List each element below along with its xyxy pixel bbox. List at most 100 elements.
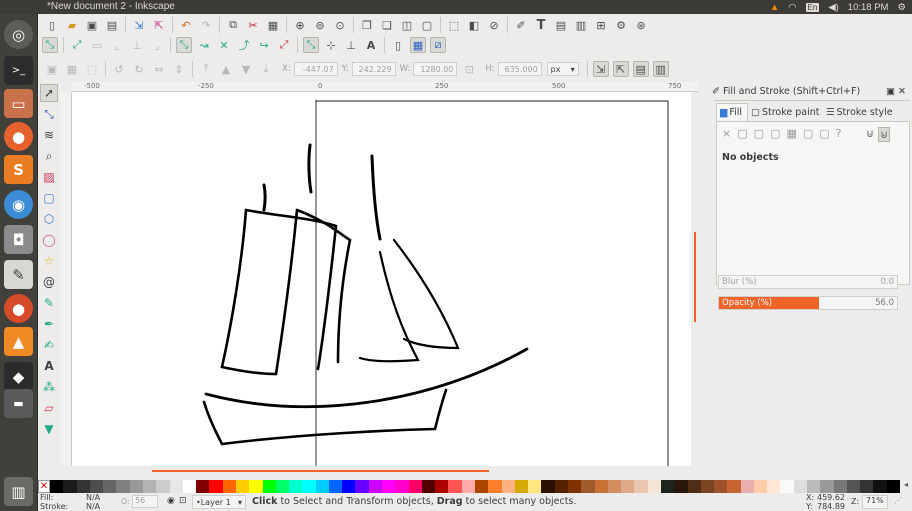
color-swatch[interactable]: [501, 480, 515, 493]
redo-icon[interactable]: ↷: [198, 17, 214, 33]
snap-bbox-mid-icon[interactable]: ⊥: [129, 37, 145, 53]
trash-icon[interactable]: ▥: [4, 477, 33, 506]
group-icon[interactable]: ▢: [419, 17, 435, 33]
text-tool-icon[interactable]: A: [40, 357, 58, 375]
flip-vertical-icon[interactable]: ⇕: [171, 61, 187, 77]
color-swatch[interactable]: [488, 480, 502, 493]
browser-window-icon[interactable]: ▭: [4, 89, 33, 118]
color-swatch[interactable]: [142, 480, 157, 493]
zoom-tool-icon[interactable]: ⌕: [40, 147, 58, 165]
color-swatch[interactable]: [328, 480, 343, 493]
vlc-icon[interactable]: ▲: [4, 327, 33, 356]
clone-icon[interactable]: ❏: [379, 17, 395, 33]
width-field[interactable]: 1280.00: [413, 62, 458, 76]
color-swatch[interactable]: [727, 480, 741, 493]
vertical-scrollbar[interactable]: [691, 92, 699, 466]
color-swatch[interactable]: [528, 480, 542, 493]
snap-nodes-icon[interactable]: ⤡: [176, 37, 192, 53]
color-swatch[interactable]: [76, 480, 90, 493]
color-swatch[interactable]: [621, 480, 635, 493]
tweak-tool-icon[interactable]: ≋: [40, 126, 58, 144]
3d-box-tool-icon[interactable]: ⬡: [40, 210, 58, 228]
star-tool-icon[interactable]: ☆: [40, 252, 58, 270]
copy-icon[interactable]: ⧉: [225, 17, 241, 33]
color-swatch[interactable]: [249, 480, 263, 493]
opacity-short-field[interactable]: 56: [132, 495, 158, 508]
flat-color-icon[interactable]: ▢: [737, 127, 747, 140]
transform-gradients-icon[interactable]: ▤: [632, 61, 649, 77]
horizontal-scrollbar[interactable]: [72, 466, 691, 475]
color-swatch[interactable]: [780, 480, 794, 493]
node-tool-icon[interactable]: ⤡: [40, 105, 58, 123]
color-swatch[interactable]: [89, 480, 104, 493]
no-color-swatch[interactable]: ✕: [38, 480, 50, 493]
height-field[interactable]: 635.000: [497, 62, 542, 76]
color-swatch[interactable]: [182, 480, 197, 493]
color-swatch[interactable]: [714, 480, 728, 493]
color-swatch[interactable]: [873, 480, 887, 493]
raise-to-top-icon[interactable]: ⤒: [198, 61, 214, 77]
eye-icon[interactable]: ◉: [167, 496, 175, 506]
color-swatch[interactable]: [581, 480, 595, 493]
volume-icon[interactable]: ◀): [828, 2, 838, 13]
color-swatch[interactable]: [408, 480, 422, 493]
resize-grip-icon[interactable]: ⋰: [894, 496, 902, 505]
color-swatch[interactable]: [767, 480, 781, 493]
snap-bbox-corner-icon[interactable]: ⌞: [109, 37, 125, 53]
scale-corners-icon[interactable]: ⇱: [612, 61, 629, 77]
color-swatch[interactable]: [687, 480, 701, 493]
snap-grid-icon[interactable]: ▦: [410, 37, 426, 53]
color-swatch[interactable]: [740, 480, 754, 493]
measure-tool-icon[interactable]: ▨: [40, 168, 58, 186]
pen-tool-icon[interactable]: ✒: [40, 315, 58, 333]
flip-horizontal-icon[interactable]: ⇔: [151, 61, 167, 77]
mesh-gradient-icon[interactable]: ▦: [786, 127, 796, 140]
snap-path-icon[interactable]: ↝: [196, 37, 212, 53]
scale-stroke-icon[interactable]: ⇲: [592, 61, 609, 77]
color-swatch[interactable]: [222, 480, 236, 493]
color-swatch[interactable]: [567, 480, 582, 493]
eraser-tool-icon[interactable]: ▱: [40, 399, 58, 417]
color-swatch[interactable]: [475, 480, 489, 493]
tab-stroke-paint[interactable]: ▢ Stroke paint: [751, 103, 820, 121]
text-editor-icon[interactable]: ✎: [4, 260, 33, 289]
snap-toggle-icon[interactable]: ⤡: [42, 37, 58, 53]
ellipse-tool-icon[interactable]: ◯: [40, 231, 58, 249]
linear-gradient-icon[interactable]: ▢: [754, 127, 764, 140]
fill-rule-nonzero-icon[interactable]: ⊌: [878, 127, 891, 142]
camera-icon[interactable]: ◘: [4, 225, 33, 254]
print-icon[interactable]: ▤: [104, 17, 120, 33]
deselect-icon[interactable]: ⬚: [84, 61, 100, 77]
calligraphy-tool-icon[interactable]: ✍: [40, 336, 58, 354]
lower-to-bottom-icon[interactable]: ⤓: [258, 61, 274, 77]
chromium-icon[interactable]: ◉: [4, 190, 33, 219]
open-icon[interactable]: ▰: [64, 17, 80, 33]
objects-icon[interactable]: ⊘: [486, 17, 502, 33]
transform-patterns-icon[interactable]: ▥: [652, 61, 669, 77]
no-paint-icon[interactable]: ×: [722, 127, 731, 140]
color-swatch[interactable]: [753, 480, 768, 493]
pencil-tool-icon[interactable]: ✎: [40, 294, 58, 312]
inkscape-icon[interactable]: ◆: [4, 362, 33, 391]
snap-center-icon[interactable]: ⊹: [323, 37, 339, 53]
color-swatch[interactable]: [196, 480, 210, 493]
snap-others-icon[interactable]: ⤡: [303, 37, 319, 53]
pattern-icon[interactable]: ▢: [803, 127, 813, 140]
color-swatch[interactable]: [50, 480, 64, 493]
palette-menu-icon[interactable]: ◂: [900, 480, 912, 493]
snap-intersection-icon[interactable]: ✕: [216, 37, 232, 53]
blur-field[interactable]: Blur (%) 0.0: [718, 275, 898, 289]
snap-midpoint-icon[interactable]: ⤢: [276, 37, 292, 53]
snap-page-border-icon[interactable]: ▯: [390, 37, 406, 53]
radial-gradient-icon[interactable]: ▢: [770, 127, 780, 140]
color-swatch[interactable]: [63, 480, 77, 493]
color-swatch[interactable]: [647, 480, 661, 493]
fill-rule-evenodd-icon[interactable]: ⊍: [866, 127, 874, 142]
zoom-selection-icon[interactable]: ⊕: [292, 17, 308, 33]
color-swatch[interactable]: [820, 480, 834, 493]
color-swatch[interactable]: [262, 480, 276, 493]
wifi-icon[interactable]: ◠: [788, 2, 796, 13]
spiral-tool-icon[interactable]: @: [40, 273, 58, 291]
terminal-icon[interactable]: >_: [4, 56, 33, 85]
snap-bbox-edge-icon[interactable]: ▭: [89, 37, 105, 53]
